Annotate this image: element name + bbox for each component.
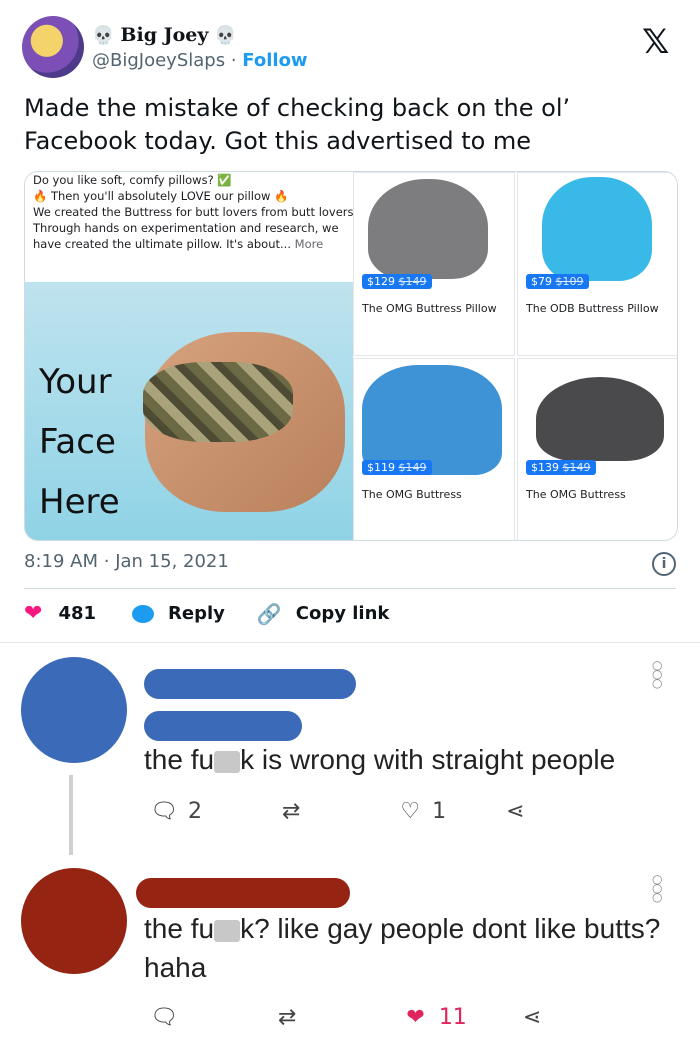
censor-blur bbox=[214, 919, 241, 942]
profile-avatar[interactable] bbox=[22, 16, 84, 78]
censor-blur bbox=[214, 750, 241, 773]
price-badge: $119 $149 bbox=[362, 460, 432, 475]
heart-icon[interactable]: ❤ bbox=[24, 601, 42, 626]
tweet-text: Made the mistake of checking back on the… bbox=[24, 94, 571, 155]
more-options-icon[interactable]: ○ ○ ○ bbox=[652, 659, 662, 689]
pillow-shape bbox=[368, 179, 488, 279]
product-name: The OMG Buttress bbox=[526, 488, 626, 501]
price-badge: $139 $149 bbox=[526, 460, 596, 475]
x-logo-icon[interactable]: 𝕏 bbox=[642, 22, 669, 62]
handle[interactable]: @BigJoeySlaps bbox=[92, 50, 225, 71]
comment-avatar bbox=[21, 657, 127, 763]
product-name: The OMG Buttress Pillow bbox=[362, 302, 497, 315]
product-image: $139 $149 bbox=[518, 359, 677, 481]
product-tile: $119 $149 The OMG Buttress bbox=[353, 358, 515, 540]
reply-button[interactable]: Reply bbox=[168, 603, 225, 624]
tweet-actions: ❤ 481 Reply 🔗 Copy link bbox=[24, 601, 389, 626]
reply-icon[interactable]: 🗨 bbox=[150, 1005, 178, 1030]
like-count: 1 bbox=[432, 799, 447, 824]
price-badge: $129 $149 bbox=[362, 274, 432, 289]
retweet-icon[interactable]: ⇄ bbox=[278, 1005, 296, 1030]
product-tile: $129 $149 The OMG Buttress Pillow bbox=[353, 172, 515, 356]
share-icon[interactable]: ⋖ bbox=[523, 1005, 541, 1030]
photo-caption-line: Here bbox=[39, 482, 120, 522]
product-tile: $79 $109 The ODB Buttress Pillow bbox=[517, 172, 677, 356]
comment-avatar bbox=[21, 868, 127, 974]
comments-screenshot: ○ ○ ○ the fu k is wrong with straight peopl… bbox=[0, 642, 700, 1058]
photo-caption-line: Your bbox=[39, 362, 112, 402]
pillow-shape bbox=[542, 177, 652, 281]
link-icon[interactable]: 🔗 bbox=[257, 602, 282, 626]
photo-shorts bbox=[143, 362, 293, 442]
photo-caption-line: Face bbox=[39, 422, 116, 462]
display-name[interactable]: 💀 Big Joey 💀 bbox=[92, 24, 237, 46]
redacted-name bbox=[136, 878, 350, 908]
ad-photo: Your Face Here bbox=[25, 282, 353, 540]
comment-text: the fu k is wrong with straight people bbox=[144, 744, 616, 775]
reply-icon[interactable] bbox=[132, 604, 155, 623]
product-tile: $139 $149 The OMG Buttress bbox=[517, 358, 677, 540]
reply-icon[interactable]: 🗨 bbox=[150, 799, 178, 824]
product-name: The ODB Buttress Pillow bbox=[526, 302, 659, 315]
tweet-timestamp[interactable]: 8:19 AM · Jan 15, 2021 bbox=[24, 551, 229, 572]
price-badge: $79 $109 bbox=[526, 274, 589, 289]
product-image: $119 $149 bbox=[354, 359, 514, 481]
tweet-media[interactable]: Do you like soft, comfy pillows? ✅ 🔥 The… bbox=[24, 171, 678, 541]
skull-icon: 💀 bbox=[214, 24, 237, 46]
retweet-icon[interactable]: ⇄ bbox=[282, 799, 300, 824]
heart-outline-icon[interactable]: ♡ bbox=[400, 799, 420, 824]
product-image: $129 $149 bbox=[354, 173, 514, 295]
product-image: $79 $109 bbox=[518, 173, 677, 295]
skull-icon: 💀 bbox=[92, 24, 115, 46]
divider bbox=[24, 588, 676, 589]
share-icon[interactable]: ⋖ bbox=[506, 799, 524, 824]
comment-actions: 🗨 ⇄ ❤ 11 ⋖ bbox=[150, 1005, 541, 1030]
pillow-shape bbox=[362, 365, 502, 475]
redacted-name bbox=[144, 669, 356, 699]
handle-row: @BigJoeySlaps · Follow bbox=[92, 50, 308, 71]
like-count: 11 bbox=[438, 1005, 467, 1030]
follow-button[interactable]: Follow bbox=[242, 50, 307, 71]
comment-actions: 🗨 2 ⇄ ♡ 1 ⋖ bbox=[150, 799, 525, 824]
ad-copy: Do you like soft, comfy pillows? ✅ 🔥 The… bbox=[33, 173, 358, 251]
info-icon[interactable]: i bbox=[652, 552, 676, 576]
more-options-icon[interactable]: ○ ○ ○ bbox=[652, 873, 662, 903]
redacted-handle bbox=[144, 711, 302, 741]
thread-line bbox=[69, 775, 73, 855]
copy-link-button[interactable]: Copy link bbox=[296, 603, 390, 624]
comment-text: the fu k? like gay people dont like butts… bbox=[144, 913, 661, 983]
pillow-shape bbox=[536, 377, 664, 461]
reply-count: 2 bbox=[187, 799, 202, 824]
like-count[interactable]: 481 bbox=[58, 603, 96, 624]
product-name: The OMG Buttress bbox=[362, 488, 462, 501]
heart-filled-icon[interactable]: ❤ bbox=[406, 1005, 424, 1030]
